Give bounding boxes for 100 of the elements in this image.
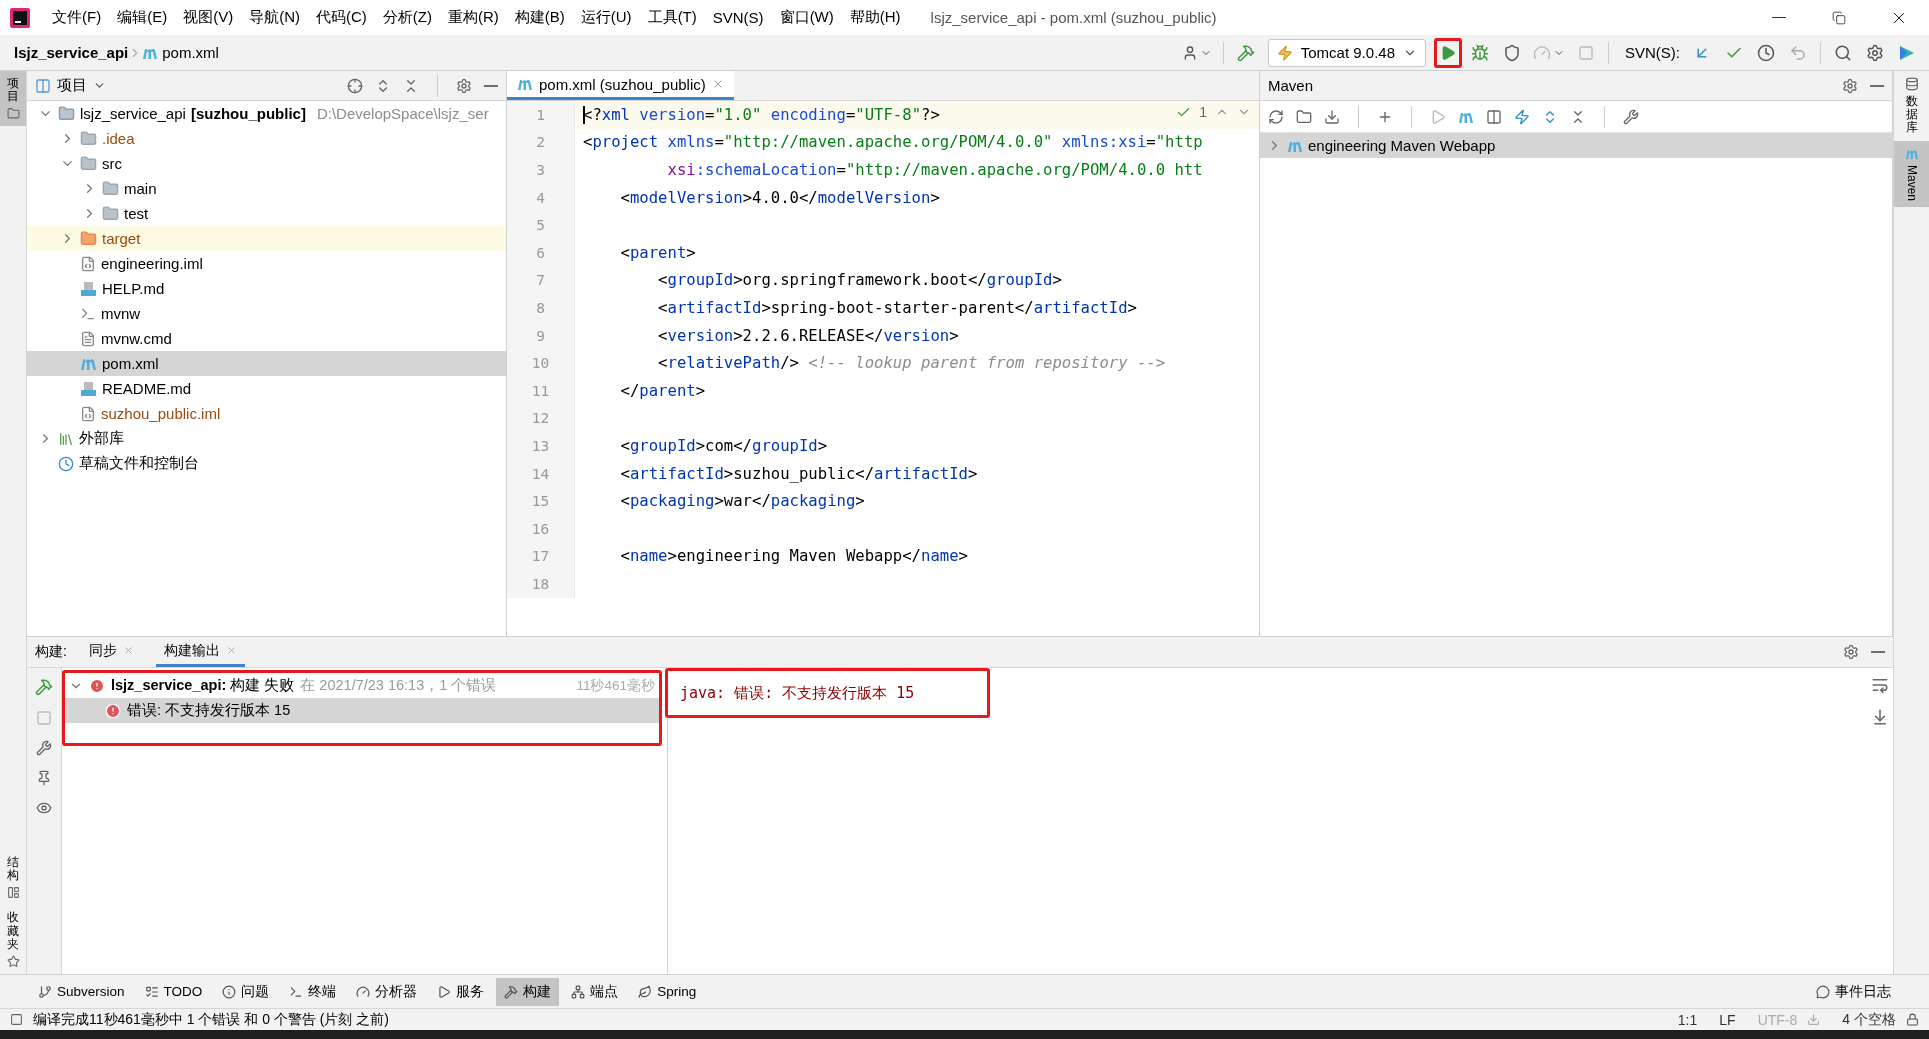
- file-name: target: [102, 230, 141, 247]
- menu-item[interactable]: 分析(Z): [374, 3, 440, 32]
- clock-icon: [1757, 43, 1775, 62]
- lock-icon[interactable]: [1906, 1013, 1919, 1026]
- close-tab-icon[interactable]: [122, 645, 134, 656]
- settings-icon: [1842, 77, 1858, 94]
- side-tab[interactable]: 项目: [0, 71, 26, 127]
- run-button[interactable]: [1434, 37, 1462, 68]
- tree-item[interactable]: lsjz_service_api [suzhou_public] D:\DevelopSpace\lsjz_ser: [27, 101, 506, 126]
- line-number: 14: [507, 459, 575, 488]
- download-icon: [1807, 1013, 1821, 1026]
- menu-item[interactable]: 窗口(W): [771, 3, 842, 32]
- editor-tab[interactable]: pom.xml (suzhou_public): [507, 71, 734, 100]
- tool-window-button[interactable]: 问题: [214, 977, 278, 1006]
- menu-item[interactable]: SVN(S): [704, 3, 772, 32]
- tree-item[interactable]: 草稿文件和控制台: [27, 451, 506, 476]
- indent-setting[interactable]: 4 个空格: [1842, 1010, 1896, 1029]
- tool-window-button[interactable]: Spring: [630, 977, 705, 1006]
- build-status: lsjz_service_api: 构建 失败: [111, 676, 295, 695]
- panel-title: Maven: [1268, 77, 1314, 94]
- menu-item[interactable]: 编辑(E): [109, 3, 176, 32]
- file-icon: [80, 255, 96, 272]
- tree-item[interactable]: HELP.md: [27, 276, 506, 301]
- side-tab[interactable]: 数据库: [1894, 71, 1929, 141]
- build-error-row[interactable]: 错误: 不支持发行版本 15: [65, 698, 659, 723]
- menu-item[interactable]: 代码(C): [308, 3, 375, 32]
- project-path: D:\DevelopSpace\lsjz_ser: [316, 105, 489, 122]
- run-config-dropdown[interactable]: Tomcat 9.0.48: [1267, 38, 1426, 67]
- line-ending[interactable]: LF: [1719, 1011, 1736, 1028]
- tool-window-button[interactable]: TODO: [136, 977, 211, 1006]
- error-icon: [105, 702, 121, 719]
- tree-item[interactable]: mvnw: [27, 301, 506, 326]
- side-tab[interactable]: Maven: [1894, 140, 1929, 207]
- folder-icon: [102, 180, 119, 197]
- plugin-logo-icon: [1898, 43, 1916, 62]
- menu-item[interactable]: 重构(R): [439, 3, 507, 32]
- markdown-file-icon: [80, 280, 97, 297]
- menu-item[interactable]: 运行(U): [572, 3, 640, 32]
- breadcrumb-project[interactable]: lsjz_service_api: [14, 44, 129, 61]
- tree-item[interactable]: 外部库: [27, 426, 506, 451]
- build-duration: 11秒461毫秒: [576, 676, 655, 695]
- problems-icon: [222, 984, 237, 999]
- menu-item[interactable]: 帮助(H): [841, 3, 909, 32]
- profiler-icon: [356, 984, 371, 999]
- menu-item[interactable]: 工具(T): [639, 3, 705, 32]
- settings-icon: [1843, 644, 1859, 660]
- build-result-row[interactable]: lsjz_service_api: 构建 失败 在 2021/7/23 16:13，1 个错误 11秒461毫秒: [65, 673, 659, 698]
- menu-item[interactable]: 视图(V): [175, 3, 242, 32]
- menu-item[interactable]: 导航(N): [241, 3, 308, 32]
- line-number: 6: [507, 238, 575, 267]
- code-line: <artifactId>suzhou_public</artifactId>: [619, 464, 978, 483]
- minimize-icon[interactable]: [484, 84, 498, 87]
- tool-window-button[interactable]: 构建: [496, 977, 560, 1006]
- code-line: <groupId>com</groupId>: [619, 436, 828, 455]
- panel-tab[interactable]: 构建输出: [155, 637, 245, 667]
- tree-item[interactable]: suzhou_public.iml: [27, 401, 506, 426]
- menu-item[interactable]: 构建(B): [506, 3, 573, 32]
- tree-item[interactable]: test: [27, 201, 506, 226]
- tool-window-button[interactable]: 分析器: [348, 977, 426, 1006]
- side-tab[interactable]: 收藏夹: [0, 905, 26, 974]
- line-number: 1: [507, 101, 575, 129]
- side-tab[interactable]: 结构: [0, 850, 26, 906]
- file-name: main: [124, 180, 157, 197]
- cursor-position[interactable]: 1:1: [1677, 1011, 1698, 1028]
- tool-window-button[interactable]: Subversion: [30, 977, 133, 1006]
- wrench-icon: [36, 740, 52, 756]
- tool-window-button[interactable]: 端点: [563, 977, 627, 1006]
- code-line: <version>2.2.6.RELEASE</version>: [657, 326, 959, 345]
- code-line: <groupId>org.springframework.boot</groupId>: [657, 271, 1062, 290]
- tree-item[interactable]: src: [27, 151, 506, 176]
- line-number: 16: [507, 514, 575, 543]
- minimize-icon[interactable]: [1870, 84, 1884, 87]
- panel-toggle-icon[interactable]: [10, 1013, 23, 1026]
- tool-window-button[interactable]: 服务: [429, 977, 493, 1006]
- tool-window-button[interactable]: 终端: [281, 977, 345, 1006]
- tree-item[interactable]: mvnw.cmd: [27, 326, 506, 351]
- scratch-icon: [58, 455, 74, 472]
- stop-icon: [36, 710, 52, 726]
- line-number: 8: [507, 294, 575, 322]
- tree-item[interactable]: engineering.iml: [27, 251, 506, 276]
- breadcrumb-file[interactable]: pom.xml: [162, 44, 219, 61]
- close-tab-icon[interactable]: [225, 645, 237, 656]
- tree-item[interactable]: .idea: [27, 126, 506, 151]
- code-line: <packaging>war</packaging>: [619, 492, 865, 511]
- settings-icon: [456, 77, 472, 94]
- file-name: mvnw: [101, 305, 141, 322]
- tree-item[interactable]: engineering Maven Webapp: [1260, 133, 1892, 158]
- restore-icon: [1832, 10, 1846, 25]
- line-number: 5: [507, 211, 575, 239]
- menu-item[interactable]: 文件(F): [44, 3, 110, 32]
- terminal-icon: [289, 984, 304, 999]
- panel-tab[interactable]: 同步: [80, 637, 142, 667]
- tree-item[interactable]: pom.xml: [27, 351, 506, 376]
- event-log-button[interactable]: 事件日志: [1808, 977, 1899, 1006]
- tree-item[interactable]: README.md: [27, 376, 506, 401]
- code-line: <?xml version="1.0" encoding="UTF-8"?>: [582, 105, 940, 125]
- error-message: 错误: 不支持发行版本 15: [127, 701, 291, 720]
- tree-item[interactable]: main: [27, 176, 506, 201]
- tree-item[interactable]: target: [27, 226, 506, 251]
- module-folder-icon: [58, 105, 75, 122]
